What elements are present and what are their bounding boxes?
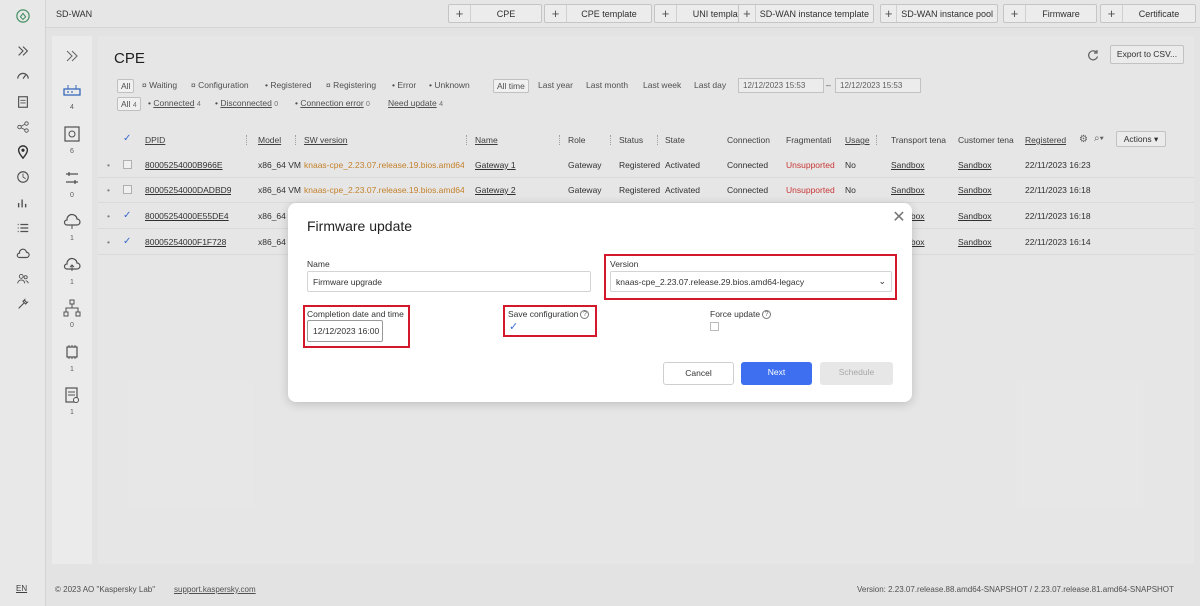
next-button[interactable]: Next (741, 362, 812, 385)
force-update-checkbox[interactable] (710, 322, 719, 331)
save-config-label: Save configuration? (508, 309, 590, 320)
version-select[interactable]: knaas-cpe_2.23.07.release.29.bios.amd64-… (610, 271, 892, 292)
version-select-value: knaas-cpe_2.23.07.release.29.bios.amd64-… (616, 277, 805, 287)
name-input[interactable]: Firmware upgrade (307, 271, 591, 292)
version-label: Version (610, 259, 639, 269)
cancel-button[interactable]: Cancel (663, 362, 734, 385)
dialog-title: Firmware update (307, 218, 413, 234)
completion-label: Completion date and time (307, 309, 404, 319)
force-update-label: Force update? (710, 309, 772, 320)
help-icon[interactable]: ? (762, 310, 772, 320)
name-label: Name (307, 259, 330, 269)
save-config-checkbox-checked[interactable]: ✓ (509, 320, 518, 333)
firmware-update-dialog: Firmware update ✕ Name Firmware upgrade … (288, 203, 912, 402)
close-icon[interactable]: ✕ (891, 210, 907, 226)
completion-datetime-input[interactable]: 12/12/2023 16:00 (307, 320, 383, 342)
schedule-button[interactable]: Schedule (820, 362, 893, 385)
chevron-down-icon: ⌄ (878, 276, 886, 286)
help-icon[interactable]: ? (580, 310, 590, 320)
